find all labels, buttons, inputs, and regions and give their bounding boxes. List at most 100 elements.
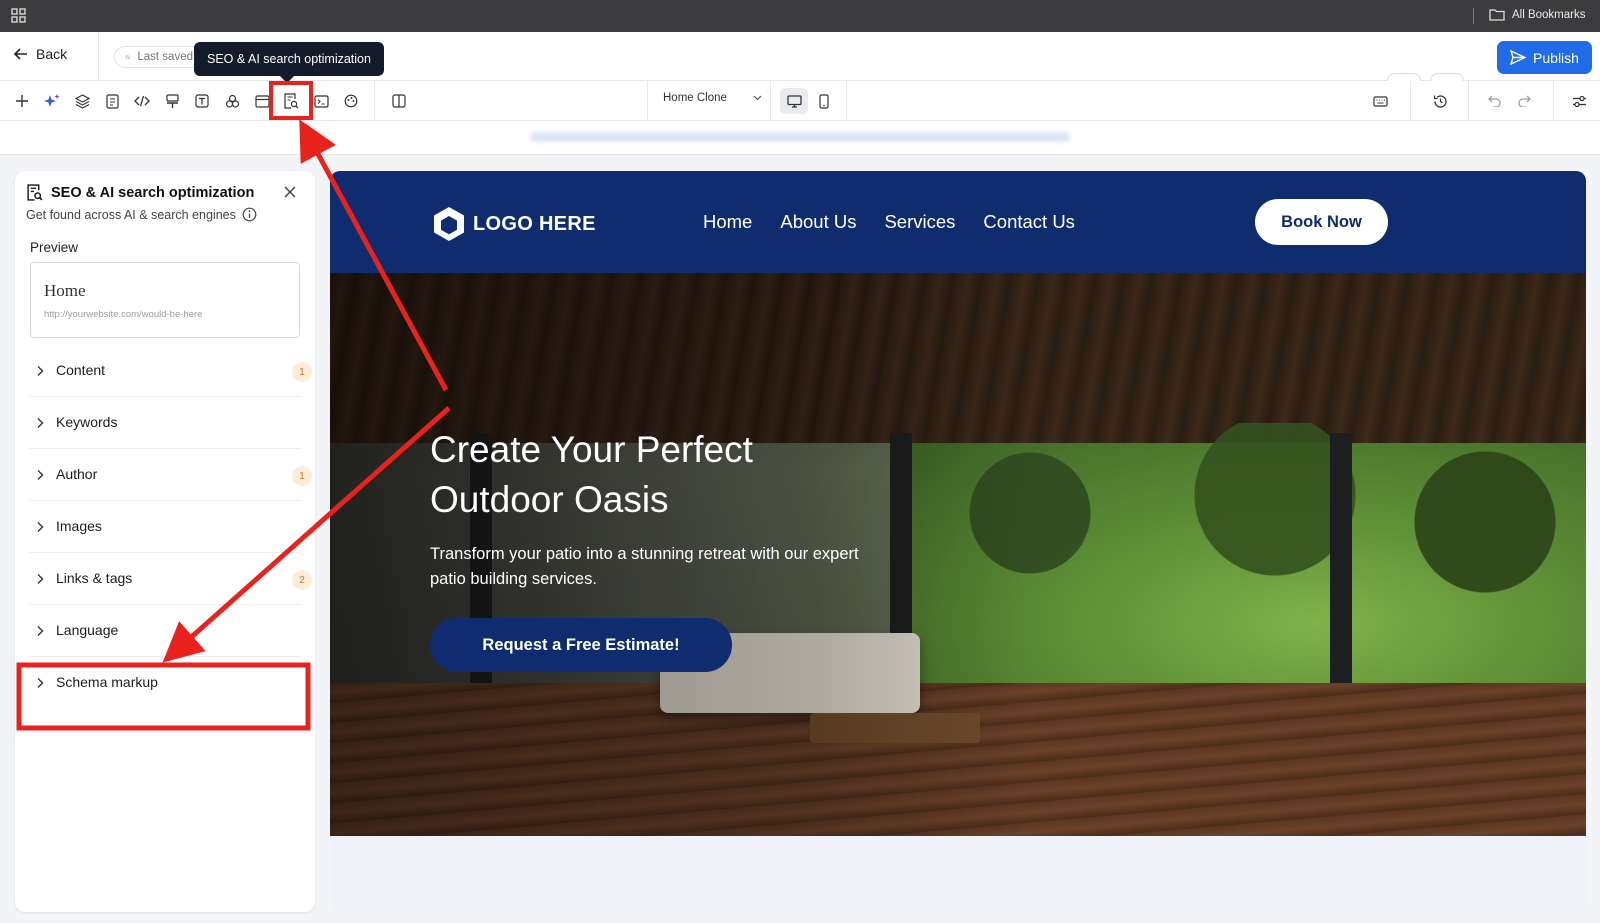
divider bbox=[1410, 81, 1411, 121]
arrow-left-icon bbox=[14, 48, 27, 60]
close-icon[interactable] bbox=[283, 185, 297, 199]
free-estimate-button[interactable]: Request a Free Estimate! bbox=[430, 618, 732, 672]
hero-text: Transform your patio into a stunning ret… bbox=[430, 545, 859, 588]
section-label: Images bbox=[56, 518, 102, 534]
divider bbox=[770, 81, 771, 121]
palette-icon[interactable] bbox=[341, 91, 361, 111]
terminal-icon[interactable] bbox=[311, 91, 331, 111]
nav-contact[interactable]: Contact Us bbox=[983, 211, 1075, 233]
brush-icon[interactable] bbox=[162, 91, 182, 111]
code-icon[interactable] bbox=[132, 91, 152, 111]
issue-count-badge: 1 bbox=[292, 466, 312, 486]
layout-icon[interactable] bbox=[252, 91, 272, 111]
preview-label: Preview bbox=[30, 240, 79, 255]
chevron-right-icon bbox=[37, 678, 44, 688]
divider bbox=[846, 81, 847, 121]
panel-subtitle: Get found across AI & search engines bbox=[26, 207, 257, 222]
section-images[interactable]: Images bbox=[29, 501, 301, 553]
search-preview: Home http://yourwebsite.com/would-be-her… bbox=[30, 262, 300, 338]
keyboard-icon[interactable] bbox=[1370, 91, 1390, 111]
preview-url: http://yourwebsite.com/would-be-here bbox=[44, 309, 203, 320]
save-status: Last saved bbox=[114, 46, 204, 68]
save-status-text: Last saved bbox=[137, 51, 193, 63]
hero-title: Create Your Perfect Outdoor Oasis bbox=[430, 429, 753, 520]
divider bbox=[1468, 81, 1469, 121]
section-content[interactable]: Content 1 bbox=[29, 345, 312, 397]
preview-title: Home bbox=[44, 281, 86, 300]
section-label: Keywords bbox=[56, 414, 118, 430]
folder-icon bbox=[1489, 9, 1505, 21]
divider bbox=[374, 81, 375, 121]
blurred-url bbox=[530, 132, 1070, 142]
section-label: Language bbox=[56, 622, 119, 638]
section-label: Links & tags bbox=[56, 570, 133, 586]
section-label: Author bbox=[56, 466, 98, 482]
info-icon[interactable] bbox=[242, 207, 257, 222]
publish-button[interactable]: Publish bbox=[1497, 41, 1592, 74]
layers-icon[interactable] bbox=[72, 91, 92, 111]
send-icon bbox=[1510, 50, 1527, 65]
back-label: Back bbox=[36, 46, 68, 62]
seo-tooltip: SEO & AI search optimization bbox=[194, 42, 384, 76]
divider bbox=[98, 32, 99, 81]
back-button[interactable]: Back bbox=[14, 46, 67, 62]
section-label: Content bbox=[56, 362, 106, 378]
seo-icon bbox=[27, 184, 43, 201]
chevron-right-icon bbox=[37, 522, 44, 532]
site-header: LOGO HERE Home About Us Services Contact… bbox=[330, 171, 1586, 273]
undo-icon[interactable] bbox=[1484, 91, 1504, 111]
add-icon[interactable] bbox=[12, 91, 32, 111]
panel-title: SEO & AI search optimization bbox=[27, 184, 254, 201]
divider bbox=[1553, 81, 1554, 121]
logo-text: LOGO HERE bbox=[473, 212, 596, 235]
bookmarks-label: All Bookmarks bbox=[1512, 8, 1586, 21]
chevron-right-icon bbox=[37, 574, 44, 584]
chevron-right-icon bbox=[37, 418, 44, 428]
publish-label: Publish bbox=[1533, 49, 1579, 66]
settings-sliders-icon[interactable] bbox=[1569, 91, 1589, 111]
seo-icon[interactable] bbox=[281, 91, 301, 111]
page-select[interactable]: Home Clone bbox=[663, 92, 762, 104]
browser-bar: All Bookmarks bbox=[0, 0, 1600, 32]
editor-toolbar: Home Clone bbox=[0, 81, 1600, 121]
issue-count-badge: 2 bbox=[292, 570, 312, 590]
section-author[interactable]: Author 1 bbox=[29, 449, 312, 501]
site-canvas[interactable]: LOGO HERE Home About Us Services Contact… bbox=[330, 171, 1586, 912]
page-select-value: Home Clone bbox=[663, 92, 727, 104]
divider bbox=[647, 81, 648, 121]
all-bookmarks[interactable]: All Bookmarks bbox=[1489, 8, 1586, 21]
nav-home[interactable]: Home bbox=[703, 211, 752, 233]
hexagon-logo-icon bbox=[434, 207, 464, 241]
split-view-icon[interactable] bbox=[389, 91, 409, 111]
nav-services[interactable]: Services bbox=[884, 211, 955, 233]
section-label: Schema markup bbox=[56, 674, 158, 690]
divider bbox=[1473, 8, 1474, 24]
chevron-down-icon bbox=[753, 95, 762, 101]
pages-icon[interactable] bbox=[102, 91, 122, 111]
nav-about[interactable]: About Us bbox=[780, 211, 856, 233]
hero-section: Create Your Perfect Outdoor Oasis Transf… bbox=[330, 273, 1586, 836]
chevron-right-icon bbox=[37, 626, 44, 636]
desktop-icon[interactable] bbox=[784, 91, 804, 111]
section-keywords[interactable]: Keywords bbox=[29, 397, 301, 449]
book-now-button[interactable]: Book Now bbox=[1255, 199, 1388, 245]
seo-panel: SEO & AI search optimization Get found a… bbox=[15, 171, 315, 912]
chevron-right-icon bbox=[37, 470, 44, 480]
text-icon[interactable] bbox=[192, 91, 212, 111]
section-language[interactable]: Language bbox=[29, 605, 301, 657]
cloud-off-icon bbox=[125, 55, 131, 59]
site-nav: Home About Us Services Contact Us bbox=[703, 211, 1075, 233]
section-links-tags[interactable]: Links & tags 2 bbox=[29, 553, 312, 605]
site-logo[interactable]: LOGO HERE bbox=[431, 205, 596, 243]
section-schema-markup[interactable]: Schema markup bbox=[29, 657, 301, 709]
panel-subtitle-text: Get found across AI & search engines bbox=[26, 207, 236, 222]
apps-grid-icon[interactable] bbox=[11, 8, 26, 23]
chevron-right-icon bbox=[37, 366, 44, 376]
apps-icon[interactable] bbox=[222, 91, 242, 111]
redo-icon[interactable] bbox=[1514, 91, 1534, 111]
history-icon[interactable] bbox=[1430, 91, 1450, 111]
panel-title-text: SEO & AI search optimization bbox=[51, 184, 255, 201]
ai-sparkle-icon[interactable] bbox=[42, 91, 62, 111]
mobile-icon[interactable] bbox=[814, 91, 834, 111]
url-strip bbox=[0, 121, 1600, 155]
